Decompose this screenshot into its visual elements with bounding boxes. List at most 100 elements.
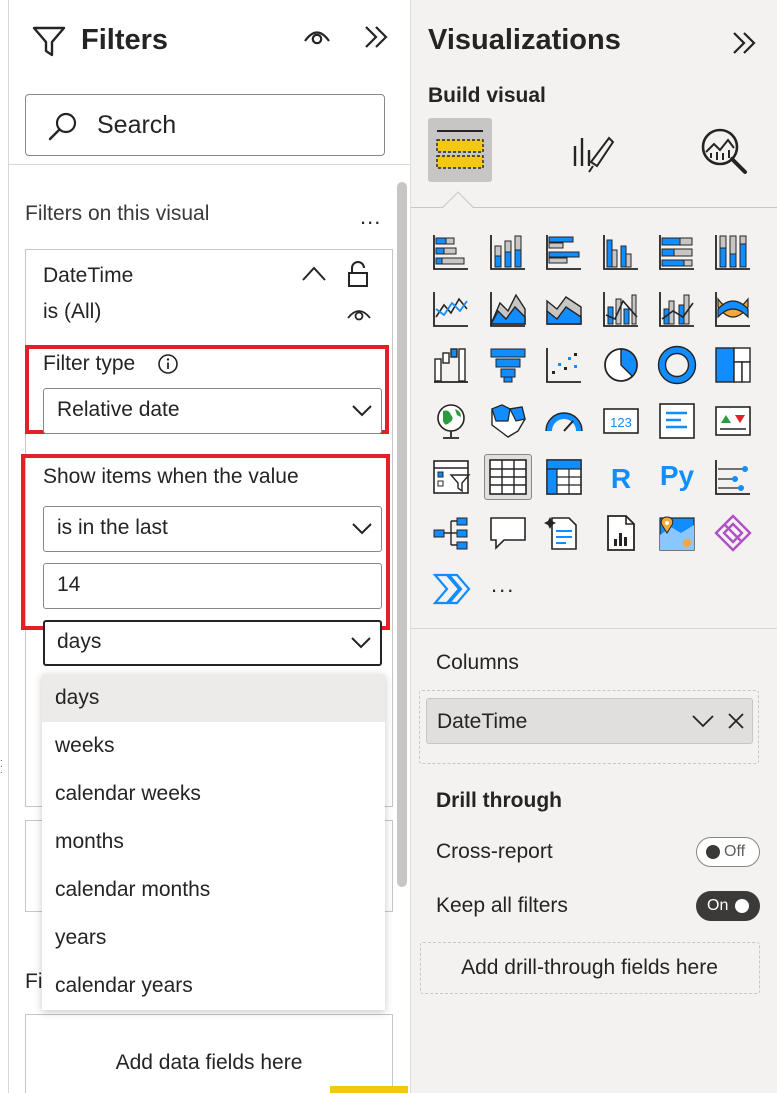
pie-chart-icon[interactable] (601, 345, 641, 385)
clustered-column-chart-icon[interactable] (601, 232, 641, 272)
py-icon-text: Py (660, 460, 695, 491)
filter-type-dropdown[interactable]: Relative date (43, 388, 382, 434)
paginated-report-icon[interactable] (601, 513, 641, 553)
key-influencers-icon[interactable] (713, 457, 753, 497)
lock-icon[interactable] (346, 260, 370, 288)
option-weeks[interactable]: weeks (42, 722, 385, 770)
gauge-icon[interactable] (544, 401, 584, 441)
add-data-fields-label: Add data fields here (115, 1051, 303, 1074)
line-and-stacked-column-chart-icon[interactable] (601, 289, 641, 329)
option-calendar-months[interactable]: calendar months (42, 866, 385, 914)
condition-dropdown[interactable]: is in the last (43, 506, 382, 552)
fields-separator (411, 628, 777, 629)
unit-value: days (57, 630, 102, 653)
keep-all-filters-label: Keep all filters (436, 894, 568, 917)
matrix-icon[interactable] (544, 457, 584, 497)
waterfall-chart-icon[interactable] (431, 345, 471, 385)
build-visual-label: Build visual (428, 84, 546, 107)
format-visual-icon[interactable] (569, 128, 617, 174)
scrollbar[interactable] (397, 182, 407, 887)
line-chart-icon[interactable] (431, 289, 471, 329)
python-visual-icon[interactable]: Py (655, 455, 699, 495)
stacked-column-chart-icon[interactable] (488, 232, 528, 272)
chevron-down-icon (351, 403, 373, 417)
kpi-icon[interactable] (713, 401, 753, 441)
active-tab-pointer (442, 191, 474, 223)
funnel-chart-icon[interactable] (488, 345, 528, 385)
card-icon-text: 123 (610, 415, 632, 430)
stacked-area-chart-icon[interactable] (544, 289, 584, 329)
power-apps-icon[interactable] (713, 513, 753, 553)
100-percent-stacked-bar-chart-icon[interactable] (657, 232, 697, 272)
cross-report-label: Cross-report (436, 840, 553, 863)
option-years[interactable]: years (42, 914, 385, 962)
area-chart-icon[interactable] (488, 289, 528, 329)
column-field-pill[interactable]: DateTime (426, 698, 753, 744)
analytics-icon[interactable] (697, 126, 751, 176)
filter-type-value: Relative date (57, 398, 180, 421)
collapse-pane-icon[interactable] (361, 22, 391, 52)
eye-icon[interactable] (345, 304, 373, 324)
power-automate-icon[interactable] (431, 569, 471, 609)
visualizations-pane: Visualizations Build visual 123 R Py ...… (410, 0, 777, 1093)
card-icon[interactable]: 123 (601, 401, 641, 441)
filters-pane: Filters Search Filters on this visual ..… (0, 0, 410, 1093)
add-data-fields-drop-zone[interactable]: Add data fields here (25, 1014, 393, 1093)
column-field-name: DateTime (437, 710, 528, 733)
page-tab-indicator (330, 1086, 408, 1093)
remove-field-icon[interactable] (727, 712, 745, 730)
filters-on-page-label: Fi (25, 970, 43, 993)
option-days[interactable]: days (42, 674, 385, 722)
amount-input[interactable]: 14 (43, 563, 382, 609)
smart-narrative-icon[interactable] (544, 513, 584, 553)
ribbon-chart-icon[interactable] (713, 289, 753, 329)
option-months[interactable]: months (42, 818, 385, 866)
unit-dropdown[interactable]: days (43, 620, 382, 666)
filter-funnel-icon (31, 25, 67, 59)
decomposition-tree-icon[interactable] (431, 513, 471, 553)
add-drill-through-label: Add drill-through fields here (461, 956, 718, 979)
donut-chart-icon[interactable] (657, 345, 697, 385)
chevron-down-icon[interactable] (691, 713, 715, 729)
build-visual-tab[interactable] (428, 118, 492, 182)
search-input[interactable]: Search (25, 94, 385, 156)
treemap-icon[interactable] (713, 345, 753, 385)
chevron-down-icon (350, 635, 372, 649)
keep-all-filters-toggle[interactable]: On (696, 891, 760, 921)
azure-map-icon[interactable] (657, 513, 697, 553)
table-icon[interactable] (484, 454, 532, 500)
drill-through-drop-zone[interactable]: Add drill-through fields here (420, 942, 760, 994)
option-calendar-years[interactable]: calendar years (42, 962, 385, 1010)
toggle-state-text: On (707, 897, 729, 914)
scatter-chart-icon[interactable] (544, 345, 584, 385)
eye-icon[interactable] (301, 24, 333, 52)
map-icon[interactable] (431, 401, 471, 441)
show-items-label: Show items when the value (43, 465, 299, 488)
slicer-icon[interactable] (431, 457, 471, 497)
option-calendar-weeks[interactable]: calendar weeks (42, 770, 385, 818)
search-icon (46, 110, 80, 144)
filter-summary: is (All) (43, 300, 102, 323)
chevron-down-icon (351, 521, 373, 535)
chevron-up-icon[interactable] (300, 262, 328, 286)
more-options-button[interactable]: ... (360, 204, 381, 230)
more-visuals-button[interactable]: ... (491, 572, 515, 598)
build-visual-icon (434, 124, 486, 176)
100-percent-stacked-column-chart-icon[interactable] (713, 232, 753, 272)
clustered-bar-chart-icon[interactable] (544, 232, 584, 272)
line-and-clustered-column-chart-icon[interactable] (657, 289, 697, 329)
filter-field-name[interactable]: DateTime (43, 264, 133, 288)
filters-title: Filters (81, 24, 169, 56)
cross-report-toggle[interactable]: Off (696, 837, 760, 867)
toggle-knob (735, 899, 749, 913)
filter-type-label: Filter type (43, 352, 136, 375)
multi-row-card-icon[interactable] (657, 401, 697, 441)
resize-handle[interactable]: ... (0, 754, 3, 776)
info-icon[interactable] (157, 353, 179, 375)
r-script-visual-icon[interactable]: R (601, 457, 641, 497)
collapse-pane-icon[interactable] (729, 28, 759, 58)
filled-map-icon[interactable] (488, 401, 528, 441)
header-separator (9, 164, 410, 165)
stacked-bar-chart-icon[interactable] (431, 232, 471, 272)
qna-icon[interactable] (488, 513, 528, 553)
